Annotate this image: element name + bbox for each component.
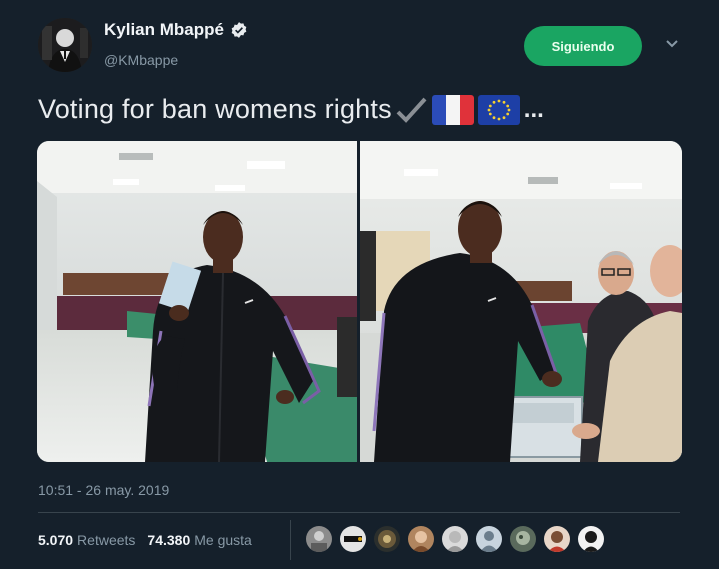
photo-voting-ballot-box[interactable] [360,141,682,462]
retweets-label[interactable]: Retweets [77,532,135,548]
divider [38,512,680,513]
liker-avatar-7[interactable] [508,524,538,554]
liker-avatar-1[interactable] [304,524,334,554]
display-name[interactable]: Kylian Mbappé [104,20,224,40]
tweet-text-row: Voting for ban womens rights ... [38,94,544,125]
liker-avatar-4[interactable] [406,524,436,554]
tweet-timestamp[interactable]: 10:51 - 26 may. 2019 [38,482,169,498]
stats-separator [290,520,291,560]
tweet-stats: 5.070 Retweets 74.380 Me gusta [38,532,264,548]
liker-avatar-3[interactable] [372,524,402,554]
liker-avatar-9[interactable] [576,524,606,554]
liker-avatar-6[interactable] [474,524,504,554]
tweet-card: Kylian Mbappé @KMbappe Siguiendo Voting … [0,0,719,569]
profile-avatar[interactable] [38,18,92,72]
following-button[interactable]: Siguiendo [524,26,642,66]
likes-label[interactable]: Me gusta [194,532,252,548]
user-handle[interactable]: @KMbappe [104,52,178,68]
liker-avatar-5[interactable] [440,524,470,554]
tweet-text: Voting for ban womens rights [38,94,392,124]
liker-avatar-8[interactable] [542,524,572,554]
tweet-ellipsis: ... [523,95,544,123]
photo-voting-hall-holding-card[interactable] [37,141,357,462]
likes-count[interactable]: 74.380 [147,532,190,548]
retweets-count[interactable]: 5.070 [38,532,73,548]
verified-badge-icon [231,22,247,38]
france-flag-icon [431,94,474,125]
checkmark-icon [396,97,427,123]
chevron-down-icon[interactable] [664,38,680,50]
eu-flag-icon [477,94,520,125]
name-row: Kylian Mbappé [104,20,248,40]
liker-avatars [304,524,606,554]
liker-avatar-2[interactable] [338,524,368,554]
